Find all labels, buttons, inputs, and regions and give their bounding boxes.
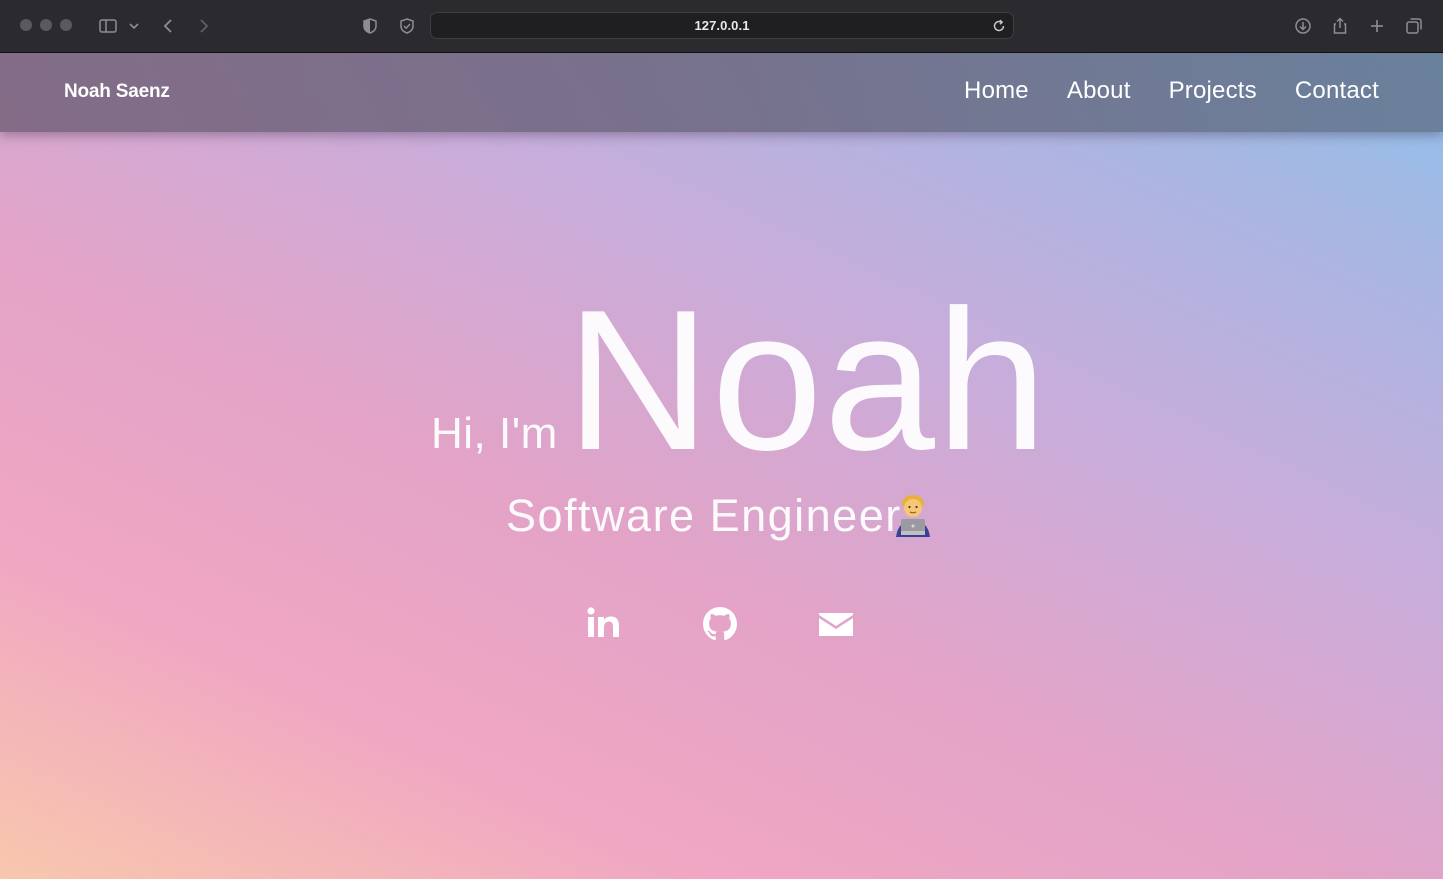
hero-subtitle: Software Engineer [506, 490, 902, 541]
nav-link-contact[interactable]: Contact [1295, 77, 1379, 105]
address-bar[interactable]: 127.0.0.1 [430, 12, 1014, 39]
nav-links: Home About Projects Contact [964, 77, 1379, 105]
sidebar-icon[interactable] [96, 14, 120, 38]
new-tab-icon[interactable] [1365, 14, 1389, 38]
social-links [585, 604, 855, 644]
shield-check-icon[interactable] [395, 14, 419, 38]
chevron-down-icon[interactable] [124, 14, 144, 38]
share-icon[interactable] [1328, 14, 1352, 38]
nav-link-home[interactable]: Home [964, 77, 1029, 105]
browser-toolbar: 127.0.0.1 [0, 0, 1443, 53]
hero-section: Hi, I'm Noah Software Engineer [0, 53, 1443, 879]
email-icon[interactable] [817, 604, 855, 644]
technologist-emoji [892, 493, 934, 537]
reload-icon[interactable] [990, 17, 1008, 35]
linkedin-icon[interactable] [585, 604, 623, 644]
github-icon[interactable] [701, 604, 739, 644]
tabs-overview-icon[interactable] [1402, 14, 1426, 38]
brand-link[interactable]: Noah Saenz [64, 81, 170, 103]
back-icon[interactable] [156, 14, 180, 38]
shield-half-icon[interactable] [358, 14, 382, 38]
minimize-window-button[interactable] [40, 19, 52, 31]
close-window-button[interactable] [20, 19, 32, 31]
page-viewport: Hi, I'm Noah Software Engineer Noah Saen… [0, 53, 1443, 879]
window-controls [20, 19, 72, 31]
hero-greeting: Hi, I'm [431, 409, 558, 458]
download-icon[interactable] [1291, 14, 1315, 38]
hero-name: Noah [566, 269, 1049, 492]
url-text: 127.0.0.1 [694, 18, 750, 33]
site-navbar: Noah Saenz Home About Projects Contact [0, 53, 1443, 132]
zoom-window-button[interactable] [60, 19, 72, 31]
forward-icon[interactable] [192, 14, 216, 38]
nav-link-projects[interactable]: Projects [1169, 77, 1257, 105]
nav-link-about[interactable]: About [1067, 77, 1131, 105]
